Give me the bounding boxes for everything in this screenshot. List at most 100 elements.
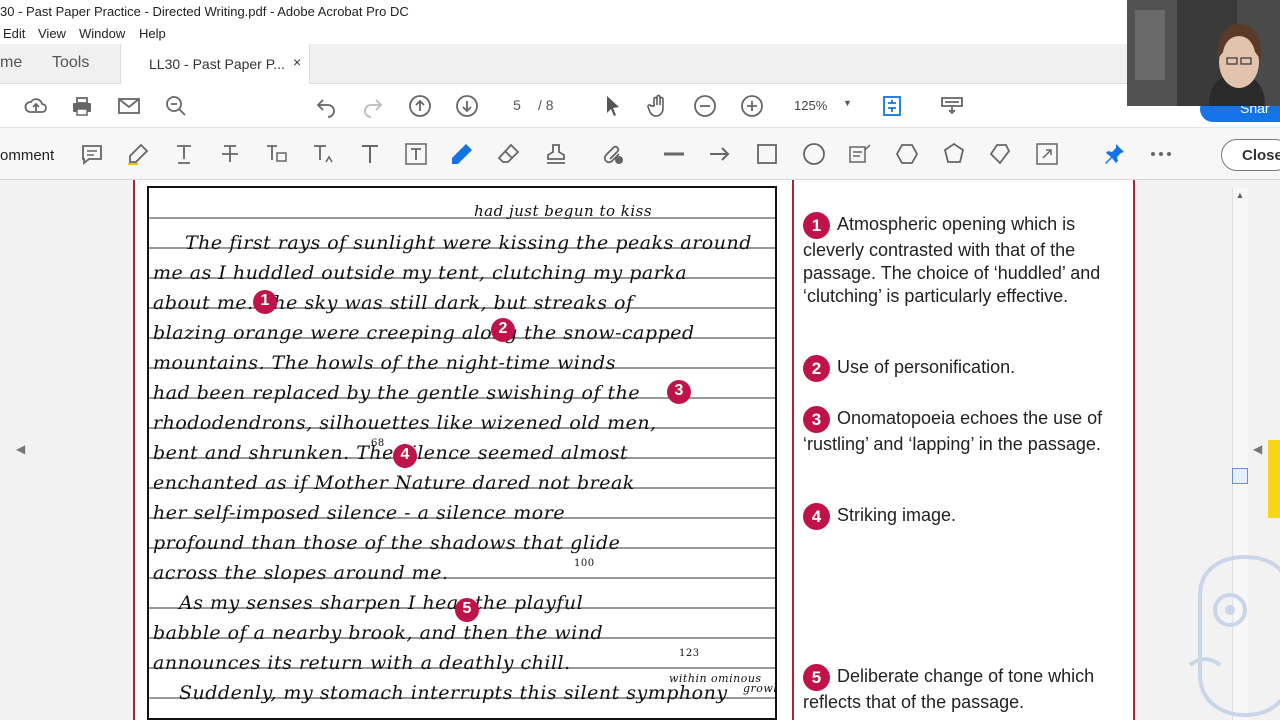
- upload-cloud-icon[interactable]: [24, 94, 48, 118]
- note-number: 1: [803, 212, 830, 239]
- scan-line: Suddenly, my stomach interrupts this sil…: [179, 682, 728, 704]
- margin-mark: 68: [371, 438, 385, 449]
- replace-text-icon[interactable]: [264, 142, 288, 166]
- scan-line: had been replaced by the gentle swishing…: [153, 382, 641, 404]
- keyboard-icon[interactable]: [940, 94, 964, 118]
- tab-home[interactable]: me: [0, 54, 22, 72]
- handwritten-scan: had just begun to kiss The first rays of…: [147, 186, 777, 720]
- search-zoom-icon[interactable]: [164, 94, 188, 118]
- redo-icon[interactable]: [361, 94, 385, 118]
- menu-window[interactable]: Window: [79, 26, 125, 41]
- line-tool-icon[interactable]: [662, 142, 686, 166]
- menu-view[interactable]: View: [38, 26, 66, 41]
- scan-marker: 4: [393, 444, 417, 468]
- email-icon[interactable]: [117, 94, 141, 118]
- note-number: 2: [803, 355, 830, 382]
- ellipse-tool-icon[interactable]: [802, 142, 826, 166]
- comment-toolbar: omment Close: [0, 128, 1280, 180]
- polyline-tool-icon[interactable]: [988, 142, 1012, 166]
- scan-marker: 1: [253, 290, 277, 314]
- margin-mark: growl: [743, 682, 777, 695]
- menu-help[interactable]: Help: [139, 26, 166, 41]
- cloud-tool-icon[interactable]: [942, 142, 966, 166]
- sticky-note-icon[interactable]: [80, 142, 104, 166]
- tab-document-label: LL30 - Past Paper P...: [149, 56, 285, 72]
- menu-edit[interactable]: Edit: [3, 26, 25, 41]
- annotation-note: 4 Striking image.: [803, 503, 1123, 530]
- collapse-left-icon[interactable]: ◀: [16, 442, 25, 456]
- scroll-up-icon[interactable]: ▲: [1232, 188, 1248, 204]
- note-text: Striking image.: [837, 505, 957, 525]
- stamp-icon[interactable]: [544, 142, 568, 166]
- strikethrough-icon[interactable]: [218, 142, 242, 166]
- select-cursor-icon[interactable]: [601, 94, 625, 118]
- window-title: 30 - Past Paper Practice - Directed Writ…: [0, 0, 1280, 24]
- scan-marker: 5: [455, 598, 479, 622]
- undo-icon[interactable]: [314, 94, 338, 118]
- fit-page-icon[interactable]: [880, 94, 904, 118]
- polygon-tool-icon[interactable]: [895, 142, 919, 166]
- scan-line: enchanted as if Mother Nature dared not …: [153, 472, 635, 494]
- scan-line: profound than those of the shadows that …: [153, 532, 621, 554]
- expand-right-icon[interactable]: ◀: [1253, 442, 1262, 456]
- tab-close-icon[interactable]: ×: [293, 54, 301, 70]
- scan-line: mountains. The howls of the night-time w…: [153, 352, 616, 374]
- pin-icon[interactable]: [1102, 142, 1126, 166]
- add-text-icon[interactable]: [358, 142, 382, 166]
- document-viewport[interactable]: ◀ had just begun to kiss The first rays …: [0, 180, 1280, 720]
- note-number: 4: [803, 503, 830, 530]
- attach-file-icon[interactable]: [601, 142, 625, 166]
- scan-line: me as I huddled outside my tent, clutchi…: [153, 262, 688, 284]
- annotation-note: 5 Deliberate change of tone which reflect…: [803, 664, 1123, 714]
- scan-line: As my senses sharpen I hear the playful: [179, 592, 584, 614]
- scan-line: bent and shrunken. The silence seemed al…: [153, 442, 629, 464]
- insert-text-icon[interactable]: [311, 142, 335, 166]
- print-icon[interactable]: [70, 94, 94, 118]
- main-toolbar: 5 / 8 125% ▼: [0, 84, 1280, 128]
- scan-line: blazing orange were creeping along the s…: [153, 322, 695, 344]
- more-options-icon[interactable]: [1149, 142, 1173, 166]
- scan-line: about me. The sky was still dark, but st…: [153, 292, 634, 314]
- side-highlight-bar: [1268, 440, 1280, 518]
- page-total: / 8: [538, 97, 554, 113]
- comment-tool-label: omment: [0, 147, 55, 164]
- draw-pencil-icon[interactable]: [450, 142, 474, 166]
- webcam-overlay: [1127, 0, 1280, 106]
- annotation-note: 2 Use of personification.: [803, 355, 1123, 382]
- tab-document[interactable]: LL30 - Past Paper P... ×: [120, 44, 310, 84]
- page-number-input[interactable]: 5: [502, 94, 532, 118]
- next-page-icon[interactable]: [455, 94, 479, 118]
- zoom-in-icon[interactable]: [740, 94, 764, 118]
- expand-shapes-icon[interactable]: [1035, 142, 1059, 166]
- menu-bar: Edit View Window Help: [0, 24, 1280, 44]
- tab-bar: me Tools LL30 - Past Paper P... ×: [0, 44, 1280, 84]
- tab-tools[interactable]: Tools: [52, 54, 89, 72]
- scan-line: across the slopes around me.: [153, 562, 449, 584]
- note-number: 3: [803, 406, 830, 433]
- margin-mark: 100: [574, 558, 595, 569]
- owl-watermark-icon: [1188, 555, 1280, 718]
- scroll-thumb[interactable]: [1232, 468, 1248, 484]
- previous-page-icon[interactable]: [408, 94, 432, 118]
- annotation-note: 3 Onomatopoeia echoes the use of ‘rustlin…: [803, 406, 1123, 456]
- rectangle-tool-icon[interactable]: [755, 142, 779, 166]
- callout-icon[interactable]: [848, 142, 872, 166]
- scan-line: rhododendrons, silhouettes like wizened …: [153, 412, 657, 434]
- eraser-icon[interactable]: [497, 142, 521, 166]
- arrow-tool-icon[interactable]: [708, 142, 732, 166]
- chevron-down-icon[interactable]: ▼: [843, 98, 852, 108]
- hand-tool-icon[interactable]: [646, 94, 670, 118]
- webcam-person-icon: [1127, 0, 1280, 106]
- note-text: Use of personification.: [837, 357, 1016, 377]
- scan-line: announces its return with a deathly chil…: [153, 652, 571, 674]
- zoom-out-icon[interactable]: [693, 94, 717, 118]
- scan-marker: 3: [667, 380, 691, 404]
- note-text: Deliberate change of tone which reflects…: [803, 666, 1095, 712]
- highlight-pen-icon[interactable]: [126, 142, 150, 166]
- close-button[interactable]: Close: [1221, 139, 1280, 171]
- text-box-icon[interactable]: [404, 142, 428, 166]
- scan-marker: 2: [491, 318, 515, 342]
- scan-line: babble of a nearby brook, and then the w…: [153, 622, 604, 644]
- note-text: Atmospheric opening which is cleverly co…: [803, 214, 1101, 306]
- text-underline-icon[interactable]: [172, 142, 196, 166]
